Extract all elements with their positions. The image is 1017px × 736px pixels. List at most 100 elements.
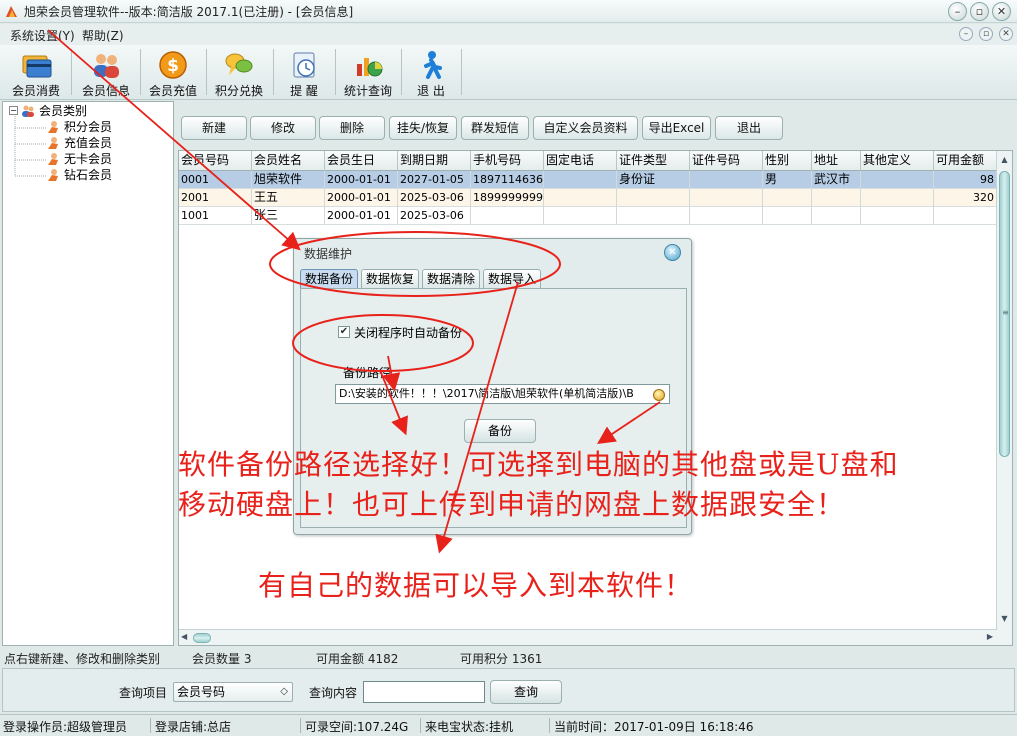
table-cell: 男 <box>763 171 812 189</box>
backup-path-field[interactable]: D:\安装的软件！！！\2017\简洁版\旭荣软件(单机简洁版)\B <box>335 384 670 404</box>
tab-data-import[interactable]: 数据导入 <box>483 269 541 289</box>
export-excel-button[interactable]: 导出Excel <box>642 116 711 140</box>
table-cell <box>812 207 861 225</box>
delete-button[interactable]: 删除 <box>319 116 385 140</box>
browse-folder-icon[interactable] <box>653 389 665 401</box>
table-row[interactable]: 2001 王五 2000-01-01 2025-03-06 1899999999… <box>179 189 997 207</box>
toolbar-label: 统计查询 <box>343 84 392 98</box>
table-cell: 98 <box>934 171 997 189</box>
table-cell <box>544 189 617 207</box>
chart-icon <box>357 58 383 77</box>
shop-status: 登录店铺:总店 <box>155 720 232 734</box>
query-item-label: 查询项目 <box>119 686 168 700</box>
menu-system-settings[interactable]: 系统设置(Y) <box>10 27 75 44</box>
scroll-right-icon[interactable]: ▶ <box>987 632 993 641</box>
maximize-button[interactable]: ▫ <box>970 2 989 21</box>
table-cell: 2000-01-01 <box>325 207 398 225</box>
backup-button[interactable]: 备份 <box>464 419 536 443</box>
scroll-left-icon[interactable]: ◀ <box>181 632 187 641</box>
table-cell <box>690 171 763 189</box>
column-header[interactable]: 会员生日 <box>325 151 398 171</box>
custom-member-fields-button[interactable]: 自定义会员资料 <box>533 116 638 140</box>
available-amount-text: 可用金额 4182 <box>316 652 399 666</box>
table-cell <box>861 171 934 189</box>
column-header[interactable]: 可用金额 <box>934 151 999 171</box>
column-header[interactable]: 其他定义 <box>861 151 934 171</box>
table-header: 会员号码 会员姓名 会员生日 到期日期 手机号码 固定电话 证件类型 证件号码 … <box>179 151 999 171</box>
table-cell: 身份证 <box>617 171 690 189</box>
minimize-button[interactable]: – <box>948 2 967 21</box>
main-toolbar: 会员消费 会员信息 $ 会员充值 积分兑换 提 醒 统计查询 退 出 <box>0 45 1017 100</box>
disk-space-status: 可录空间:107.24G <box>305 720 409 734</box>
column-header[interactable]: 会员号码 <box>179 151 252 171</box>
new-button[interactable]: 新建 <box>181 116 247 140</box>
dialog-title: 数据维护 <box>304 247 353 261</box>
table-row-selected[interactable]: 0001 旭荣软件 2000-01-01 2027-01-05 18971146… <box>179 171 997 189</box>
table-cell <box>690 189 763 207</box>
auto-backup-checkbox[interactable]: ✔ <box>338 326 350 338</box>
table-cell: 18999999999 <box>471 189 544 207</box>
column-header[interactable]: 会员姓名 <box>252 151 325 171</box>
column-header[interactable]: 性别 <box>763 151 812 171</box>
dialog-close-icon[interactable]: ✕ <box>664 244 681 261</box>
menu-help[interactable]: 帮助(Z) <box>82 27 124 44</box>
mdi-minimize-button[interactable]: – <box>959 27 973 41</box>
horizontal-scrollbar[interactable]: ◀ ▶ <box>179 629 997 645</box>
column-header[interactable]: 地址 <box>812 151 861 171</box>
toolbar-statistics-button[interactable]: 统计查询 <box>337 47 399 99</box>
table-cell <box>861 189 934 207</box>
scroll-thumb[interactable]: ≡ <box>999 171 1010 457</box>
mdi-close-button[interactable]: ✕ <box>999 27 1013 41</box>
member-category-tree: − 会员类别 积分会员 充值会员 无卡会员 钻石会员 <box>2 101 174 646</box>
table-cell <box>763 207 812 225</box>
toolbar-exit-button[interactable]: 退 出 <box>403 47 459 99</box>
table-cell <box>812 189 861 207</box>
tab-data-clear[interactable]: 数据清除 <box>422 269 480 289</box>
edit-button[interactable]: 修改 <box>250 116 316 140</box>
table-cell <box>617 207 690 225</box>
column-header[interactable]: 固定电话 <box>544 151 617 171</box>
grip-icon: ≡ <box>1002 308 1009 317</box>
column-header[interactable]: 证件号码 <box>690 151 763 171</box>
auto-backup-label: 关闭程序时自动备份 <box>354 326 463 340</box>
mdi-restore-button[interactable]: ▫ <box>979 27 993 41</box>
tree-item-label: 积分会员 <box>64 120 113 134</box>
query-content-input[interactable] <box>363 681 485 703</box>
toolbar-member-consume-button[interactable]: 会员消费 <box>4 47 68 99</box>
table-cell: 2001 <box>179 189 252 207</box>
column-header[interactable]: 手机号码 <box>471 151 544 171</box>
tab-data-restore[interactable]: 数据恢复 <box>361 269 419 289</box>
table-cell <box>690 207 763 225</box>
table-cell: 2000-01-01 <box>325 189 398 207</box>
query-item-select[interactable]: 会员号码 ◇ <box>173 682 293 702</box>
vertical-scrollbar[interactable]: ▲ ≡ ▼ <box>996 151 1012 645</box>
close-button[interactable]: ✕ <box>992 2 1011 21</box>
column-header[interactable]: 证件类型 <box>617 151 690 171</box>
toolbar-label: 退 出 <box>417 84 445 98</box>
table-cell <box>544 207 617 225</box>
tab-data-backup[interactable]: 数据备份 <box>300 269 358 289</box>
query-content-label: 查询内容 <box>309 686 358 700</box>
table-cell: 2000-01-01 <box>325 171 398 189</box>
table-cell <box>934 207 997 225</box>
query-button[interactable]: 查询 <box>490 680 562 704</box>
toolbar-recharge-button[interactable]: $ 会员充值 <box>142 47 204 99</box>
scroll-up-icon[interactable]: ▲ <box>999 154 1010 165</box>
table-row[interactable]: 1001 张三 2000-01-01 2025-03-06 <box>179 207 997 225</box>
table-cell <box>763 189 812 207</box>
table-cell: 320 <box>934 189 997 207</box>
scroll-thumb[interactable] <box>193 633 211 643</box>
exit-icon <box>424 51 442 79</box>
table-cell: 王五 <box>252 189 325 207</box>
bulk-sms-button[interactable]: 群发短信 <box>461 116 529 140</box>
app-window: 旭荣会员管理软件--版本:简洁版 2017.1(已注册) - [会员信息] – … <box>0 0 1017 736</box>
report-loss-restore-button[interactable]: 挂失/恢复 <box>389 116 457 140</box>
window-title: 旭荣会员管理软件--版本:简洁版 2017.1(已注册) - [会员信息] <box>24 5 354 19</box>
toolbar-label: 积分兑换 <box>214 84 263 98</box>
toolbar-points-exchange-button[interactable]: 积分兑换 <box>208 47 270 99</box>
toolbar-member-info-button[interactable]: 会员信息 <box>74 47 138 99</box>
toolbar-reminder-button[interactable]: 提 醒 <box>275 47 333 99</box>
scroll-down-icon[interactable]: ▼ <box>999 613 1010 624</box>
exit-list-button[interactable]: 退出 <box>715 116 783 140</box>
column-header[interactable]: 到期日期 <box>398 151 471 171</box>
